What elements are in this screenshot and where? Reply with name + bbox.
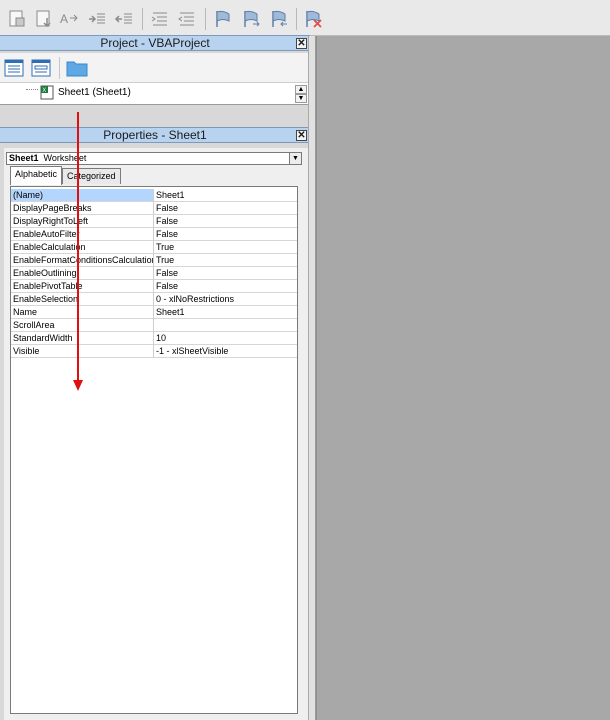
tree-item-sheet1[interactable]: Sheet1 (Sheet1) — [58, 87, 131, 98]
project-toolbar-separator — [59, 57, 60, 79]
toolbar-separator — [205, 8, 206, 30]
toolbar-separator — [296, 8, 297, 30]
property-name: Name — [13, 307, 38, 317]
project-tree: X Sheet1 (Sheet1) ▲ ▼ — [0, 83, 310, 105]
project-close-icon[interactable]: ✕ — [296, 38, 307, 49]
column-divider — [153, 241, 154, 254]
property-name: EnablePivotTable — [13, 281, 83, 291]
editor-toolbar: A — [0, 0, 610, 36]
table-row[interactable]: DisplayPageBreaks False — [11, 202, 297, 215]
property-value[interactable]: False — [156, 267, 178, 279]
table-row[interactable]: (Name) Sheet1 — [11, 189, 297, 202]
pane-splitter[interactable] — [308, 36, 316, 720]
chevron-down-icon[interactable]: ▼ — [289, 153, 301, 164]
table-row[interactable]: ScrollArea — [11, 319, 297, 332]
table-row[interactable]: EnablePivotTable False — [11, 280, 297, 293]
clear-bookmarks-icon[interactable] — [302, 8, 324, 30]
code-window-area — [316, 36, 610, 720]
properties-close-icon[interactable]: ✕ — [296, 130, 307, 141]
column-divider — [153, 293, 154, 306]
property-name: Visible — [13, 346, 40, 356]
object-type: Worksheet — [43, 153, 87, 163]
property-value[interactable]: True — [156, 254, 174, 266]
toggle-bookmark-icon[interactable] — [212, 8, 234, 30]
column-divider — [153, 202, 154, 215]
svg-text:A: A — [60, 12, 68, 26]
column-divider — [153, 306, 154, 319]
object-dropdown[interactable]: Sheet1 Worksheet ▼ — [6, 152, 302, 165]
property-value[interactable]: False — [156, 280, 178, 292]
project-title-text: Project - VBAProject — [100, 36, 210, 50]
properties-grid: (Name) Sheet1 DisplayPageBreaks False Disp… — [10, 186, 298, 714]
table-row[interactable]: EnableOutlining False — [11, 267, 297, 280]
column-divider — [153, 254, 154, 267]
property-name: EnableOutlining — [13, 268, 77, 278]
project-panel-title: Project - VBAProject ✕ — [0, 35, 310, 51]
svg-text:X: X — [42, 88, 46, 94]
column-divider — [153, 332, 154, 345]
column-divider — [153, 215, 154, 228]
tree-scroll-up-button[interactable]: ▲ — [295, 85, 307, 94]
property-name: EnableFormatConditionsCalculation — [13, 255, 153, 265]
worksheet-icon: X — [40, 85, 54, 100]
table-row[interactable]: Visible -1 - xlSheetVisible — [11, 345, 297, 358]
comment-block-icon[interactable] — [149, 8, 171, 30]
toolbar-complete-word-icon[interactable]: A — [58, 8, 80, 30]
view-code-icon[interactable] — [4, 58, 24, 78]
outdent-icon[interactable] — [113, 8, 135, 30]
toolbar-separator — [142, 8, 143, 30]
column-divider — [153, 345, 154, 358]
property-value[interactable]: False — [156, 202, 178, 214]
view-object-icon[interactable] — [31, 58, 51, 78]
property-name: DisplayPageBreaks — [13, 203, 92, 213]
property-name: EnableCalculation — [13, 242, 86, 252]
tree-connector — [26, 89, 38, 90]
uncomment-block-icon[interactable] — [176, 8, 198, 30]
toolbar-import-icon[interactable] — [33, 8, 55, 30]
property-value[interactable]: False — [156, 228, 178, 240]
previous-bookmark-icon[interactable] — [268, 8, 290, 30]
property-name: StandardWidth — [13, 333, 73, 343]
column-divider — [153, 267, 154, 280]
column-divider — [153, 280, 154, 293]
property-value[interactable]: False — [156, 215, 178, 227]
object-name: Sheet1 — [9, 153, 39, 163]
property-name: EnableAutoFilter — [13, 229, 80, 239]
table-row[interactable]: DisplayRightToLeft False — [11, 215, 297, 228]
annotation-arrow-line — [77, 112, 79, 382]
column-divider — [153, 189, 154, 202]
property-value[interactable]: -1 - xlSheetVisible — [156, 345, 228, 357]
property-value[interactable]: 10 — [156, 332, 166, 344]
annotation-arrow-head — [73, 380, 83, 391]
project-toolbar — [0, 53, 310, 83]
properties-title-text: Properties - Sheet1 — [103, 128, 207, 142]
toolbar-view-object-icon[interactable] — [6, 8, 28, 30]
column-divider — [153, 228, 154, 241]
property-value[interactable]: Sheet1 — [156, 189, 185, 201]
column-divider — [153, 319, 154, 332]
property-value[interactable]: Sheet1 — [156, 306, 185, 318]
property-value[interactable]: True — [156, 241, 174, 253]
toggle-folders-icon[interactable] — [66, 58, 88, 78]
property-name: EnableSelection — [13, 294, 79, 304]
next-bookmark-icon[interactable] — [240, 8, 262, 30]
tab-categorized[interactable]: Categorized — [62, 168, 121, 184]
table-row[interactable]: EnableFormatConditionsCalculation True — [11, 254, 297, 267]
table-row[interactable]: EnableCalculation True — [11, 241, 297, 254]
property-name: DisplayRightToLeft — [13, 216, 89, 226]
indent-icon[interactable] — [86, 8, 108, 30]
tree-scroll-down-button[interactable]: ▼ — [295, 94, 307, 103]
table-row[interactable]: Name Sheet1 — [11, 306, 297, 319]
property-name: (Name) — [11, 189, 153, 201]
property-name: ScrollArea — [13, 320, 55, 330]
properties-panel-title: Properties - Sheet1 ✕ — [0, 127, 310, 143]
tab-alphabetic[interactable]: Alphabetic — [10, 166, 63, 185]
table-row[interactable]: EnableSelection 0 - xlNoRestrictions — [11, 293, 297, 306]
property-value[interactable]: 0 - xlNoRestrictions — [156, 293, 234, 305]
table-row[interactable]: EnableAutoFilter False — [11, 228, 297, 241]
table-row[interactable]: StandardWidth 10 — [11, 332, 297, 345]
